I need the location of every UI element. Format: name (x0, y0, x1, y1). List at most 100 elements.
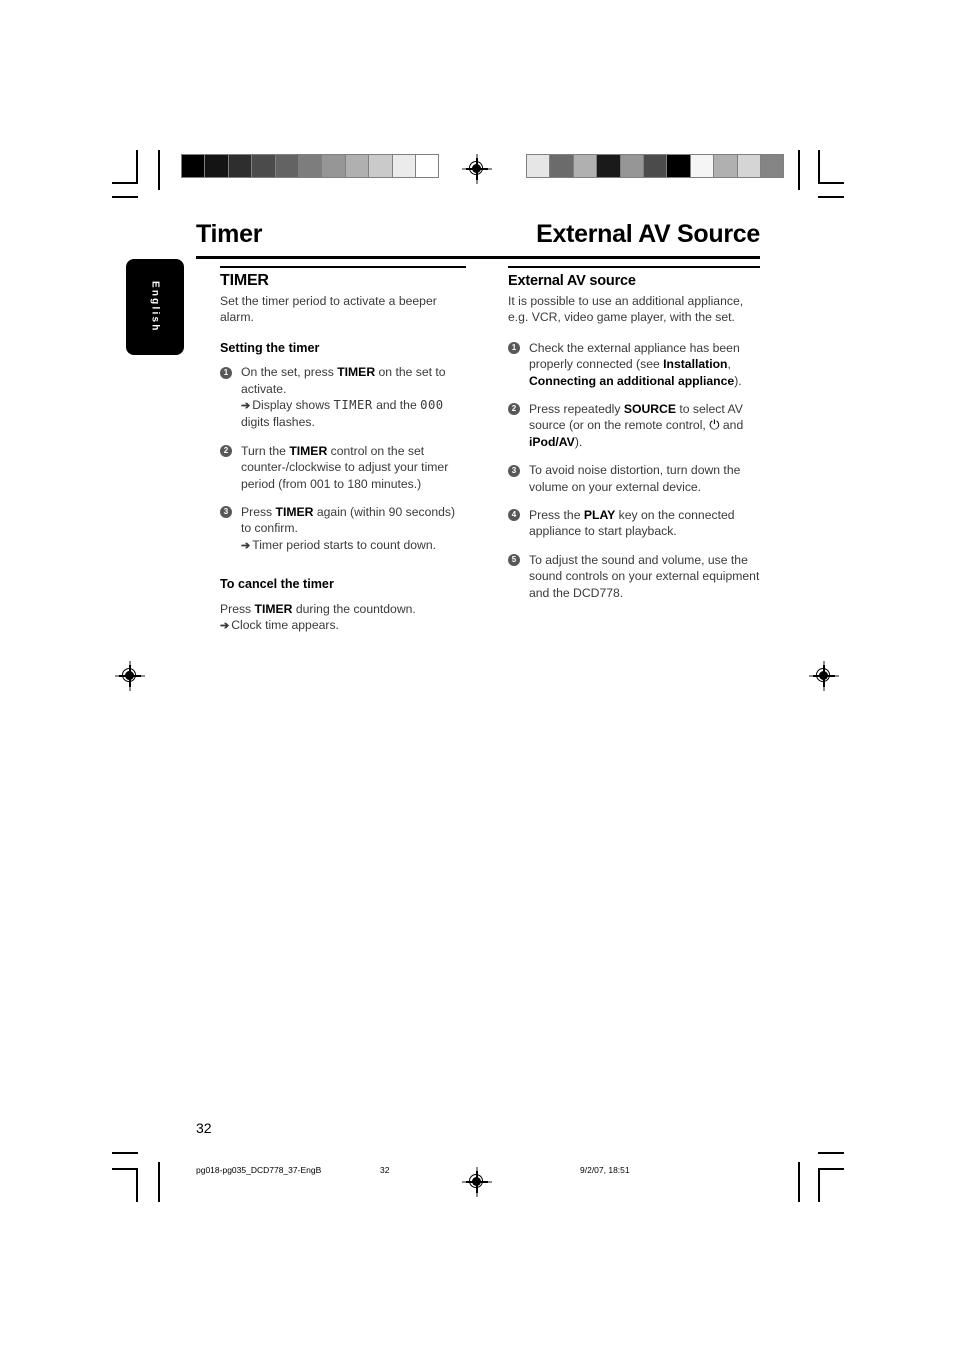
cancel-keyword: TIMER (254, 601, 293, 616)
step-result-line: ➔ Timer period starts to count down. (241, 537, 466, 554)
crop-mark-top-right-vertical (798, 150, 800, 190)
color-swatch (760, 155, 784, 177)
cancel-result-line: ➔ Clock time appears. (220, 617, 466, 634)
result-text-b: and the (372, 397, 421, 412)
step-text-c: and (719, 418, 744, 433)
arrow-icon: ➔ (220, 620, 230, 632)
step-text-a: To avoid noise distortion, turn down the… (529, 463, 741, 494)
crop-mark-bottom-left-upper-h (112, 1152, 138, 1154)
step-text-a: On the set, press (241, 365, 338, 380)
crop-mark-bottom-right-corner-v (818, 1168, 820, 1202)
external-av-steps-list: 1 Check the external appliance has been … (508, 340, 760, 601)
step-text-a: Press the (529, 507, 584, 522)
crop-mark-top-left-vertical (158, 150, 160, 190)
step-text-a: Press repeatedly (529, 401, 624, 416)
result-text-a: Timer period starts to count down. (252, 537, 437, 552)
cancel-text-a: Press (220, 601, 255, 616)
color-swatch (597, 155, 621, 177)
external-av-intro-text: It is possible to use an additional appl… (508, 293, 744, 325)
step-number: 3 (508, 464, 520, 477)
step-text-a: Turn the (241, 443, 290, 458)
list-item: 2 Press repeatedly SOURCE to select AV s… (508, 401, 760, 450)
lcd-display-text: TIMER (333, 397, 373, 412)
language-tab-label: English (149, 281, 161, 333)
registration-target-left-middle (115, 661, 145, 691)
result-text-c: digits flashes. (241, 415, 315, 430)
step-keyword: TIMER (337, 365, 376, 380)
cancel-result-text: Clock time appears. (231, 618, 339, 632)
subheading-setting-the-timer: Setting the timer (220, 340, 320, 355)
footer-timestamp: 9/2/07, 18:51 (580, 1165, 630, 1175)
color-swatch (620, 155, 644, 177)
list-item: 2 Turn the TIMER control on the set coun… (220, 443, 466, 492)
registration-target-top-center (462, 154, 492, 184)
step-text-c: ). (734, 373, 742, 388)
color-swatch (667, 155, 691, 177)
language-tab: English (126, 259, 184, 355)
registration-target-bottom-center (462, 1167, 492, 1197)
color-swatch (252, 155, 276, 177)
color-swatch (643, 155, 668, 177)
color-swatch (714, 155, 738, 177)
section-rule-left (220, 266, 466, 268)
color-swatch (392, 155, 416, 177)
cancel-instruction: Press TIMER during the countdown. (220, 601, 466, 617)
crop-mark-top-right-lower-h (818, 196, 844, 198)
color-swatch (275, 155, 299, 177)
section-rule-right (508, 266, 760, 268)
step-keyword: TIMER (289, 443, 328, 458)
lcd-digits: 000 (420, 397, 444, 412)
crop-mark-top-right-corner-v (818, 150, 820, 184)
list-item: 3 Press TIMER again (within 90 seconds) … (220, 504, 466, 554)
step-text-a: Press (241, 504, 276, 519)
step-ref-connecting-appliance: Connecting an additional appliance (529, 373, 735, 388)
color-swatch (527, 155, 551, 177)
step-number: 5 (508, 554, 520, 567)
crop-mark-top-right-corner-h (818, 182, 844, 184)
arrow-icon: ➔ (241, 399, 251, 412)
color-swatch (205, 155, 229, 177)
color-swatch (298, 155, 323, 177)
step-number: 3 (220, 506, 232, 519)
crop-mark-bottom-left-corner-h (112, 1168, 138, 1170)
manual-page: Timer External AV Source English TIMER S… (0, 0, 954, 1351)
step-number: 1 (508, 342, 520, 355)
power-icon: ⏻ (709, 417, 720, 433)
step-text-b: , (727, 357, 731, 372)
registration-target-right-middle (809, 661, 839, 691)
step-result-line: ➔ Display shows TIMER and the 000 digits … (241, 397, 466, 431)
running-head-left: Timer (196, 220, 263, 248)
crop-mark-bottom-right-upper-h (818, 1152, 844, 1154)
step-keyword: TIMER (275, 504, 314, 519)
color-swatch (573, 155, 598, 177)
list-item: 3 To avoid noise distortion, turn down t… (508, 462, 760, 495)
column-left: TIMER Set the timer period to activate a… (220, 266, 466, 634)
result-text-a: Display shows (252, 397, 334, 412)
page-number: 32 (196, 1120, 212, 1136)
cancel-text-b: during the countdown. (292, 601, 416, 616)
crop-mark-bottom-left-vertical (158, 1162, 160, 1202)
color-swatch (369, 155, 393, 177)
step-number: 2 (220, 445, 232, 458)
footer-page-number: 32 (380, 1165, 390, 1175)
step-number: 4 (508, 509, 520, 522)
color-swatch (690, 155, 715, 177)
section-title-external-av-source: External AV source (508, 272, 636, 289)
column-right: External AV source It is possible to use… (508, 266, 760, 613)
colorbar-left (181, 154, 440, 178)
color-swatch (345, 155, 370, 177)
step-ref-installation: Installation (663, 357, 728, 372)
crop-mark-bottom-left-corner-v (136, 1168, 138, 1202)
step-key-source: SOURCE (623, 401, 676, 416)
color-swatch (228, 155, 253, 177)
color-swatch (322, 155, 346, 177)
color-swatch (415, 155, 439, 177)
color-swatch (550, 155, 574, 177)
crop-mark-bottom-right-corner-h (818, 1168, 844, 1170)
crop-mark-bottom-right-vertical (798, 1162, 800, 1202)
list-item: 5 To adjust the sound and volume, use th… (508, 552, 760, 601)
crop-mark-top-left-corner-h (112, 182, 138, 184)
section-title-timer: TIMER (220, 271, 269, 289)
running-head-right: External AV Source (536, 220, 760, 248)
footer-file-slug: pg018-pg035_DCD778_37-EngB (196, 1165, 322, 1175)
